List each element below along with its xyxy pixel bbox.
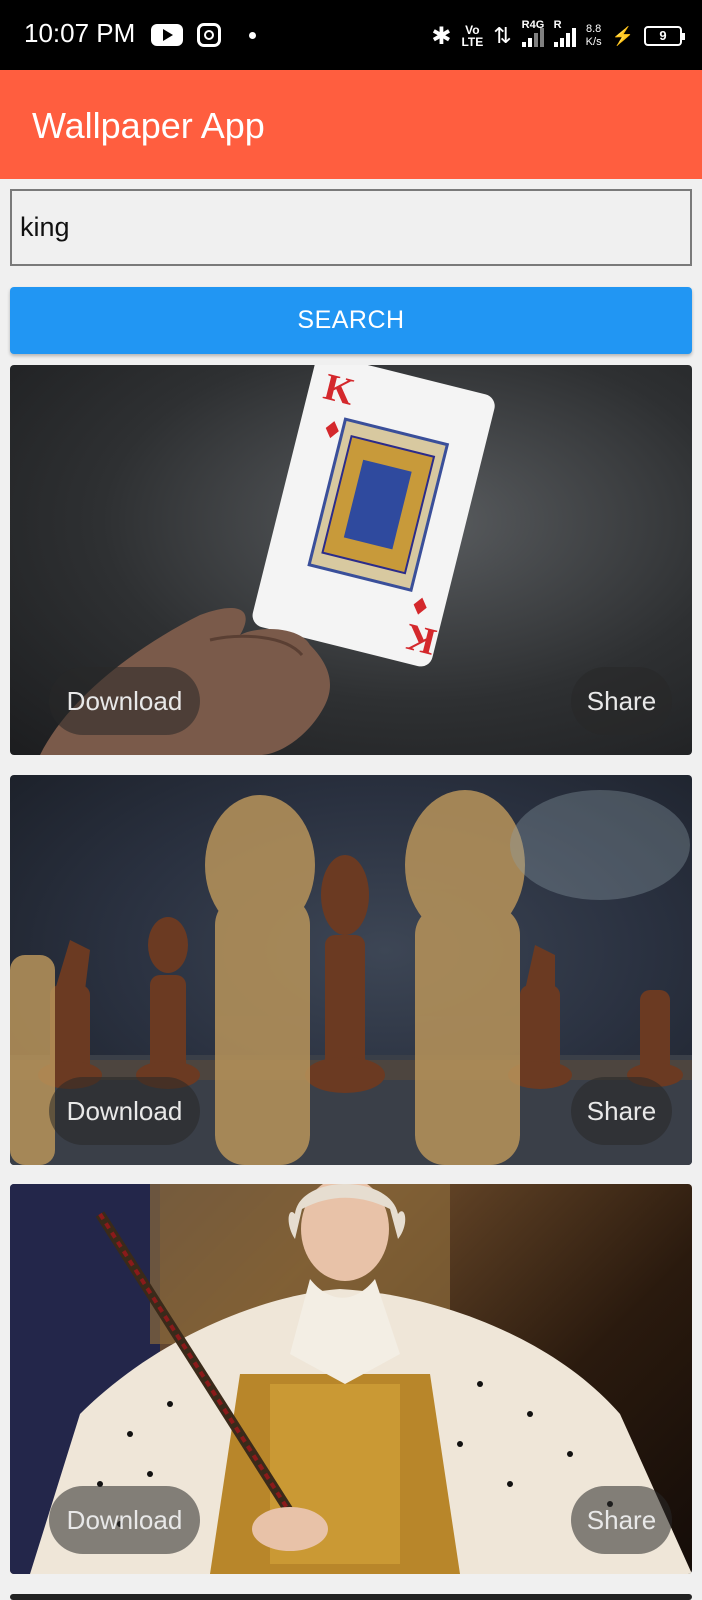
- status-icons: ✱ Vo LTE ⇅ R4G R 8.8 K/s ⚡ 9: [431, 16, 685, 56]
- wallpaper-card[interactable]: [10, 1594, 692, 1600]
- notification-dot-icon: [249, 32, 256, 39]
- app-title: Wallpaper App: [32, 105, 265, 146]
- download-button[interactable]: Download: [49, 1486, 200, 1554]
- data-arrows-icon: ⇅: [493, 23, 512, 48]
- wallpaper-card[interactable]: K ♦ ♦ K Download Share: [10, 365, 692, 755]
- bluetooth-icon: ✱: [431, 22, 452, 50]
- signal-icon: R: [553, 19, 576, 47]
- share-button[interactable]: Share: [571, 667, 672, 735]
- search-button[interactable]: SEARCH: [10, 287, 692, 354]
- share-button[interactable]: Share: [571, 1077, 672, 1145]
- signal-icon: R4G: [521, 19, 544, 47]
- status-time: 10:07 PM: [24, 18, 136, 48]
- app-bar: Wallpaper App: [0, 70, 702, 179]
- download-button[interactable]: Download: [49, 667, 200, 735]
- wallpaper-card[interactable]: Download Share: [10, 1184, 692, 1574]
- search-input[interactable]: [10, 189, 692, 266]
- status-bar: 10:07 PM ✱ Vo LTE ⇅ R4G R 8.8 K/s ⚡ 9: [0, 0, 702, 70]
- sim2-label: R: [553, 19, 562, 31]
- volte-indicator: Vo LTE: [461, 23, 484, 49]
- share-button[interactable]: Share: [571, 1486, 672, 1554]
- network-speed: 8.8 K/s: [585, 23, 602, 48]
- charging-icon: ⚡: [611, 25, 634, 46]
- battery-icon: 9: [644, 26, 685, 46]
- youtube-icon: [151, 24, 183, 46]
- wallpaper-card[interactable]: Download Share: [10, 775, 692, 1165]
- download-button[interactable]: Download: [49, 1077, 200, 1145]
- instagram-icon: [197, 23, 221, 47]
